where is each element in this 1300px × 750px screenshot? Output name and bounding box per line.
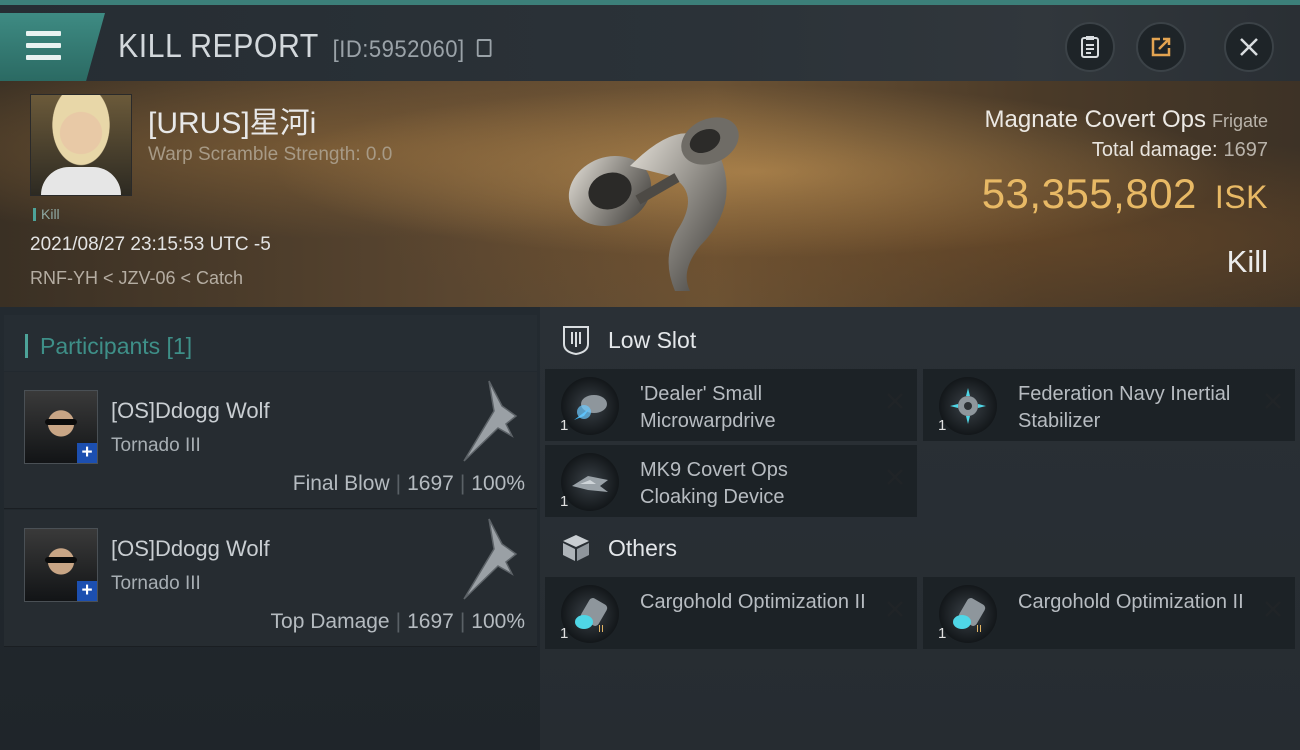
module-quantity: 1: [938, 625, 947, 642]
cargohold-optimization-icon: II: [561, 585, 619, 643]
cargo-box-icon: [563, 535, 589, 561]
module-item[interactable]: 1 'Dealer' Small Microwarpdrive: [545, 369, 917, 441]
participants-panel: Participants [1] + [OS]Ddogg Wolf Tornad…: [0, 307, 540, 750]
isk-value: 53,355,802 ISK: [982, 170, 1268, 218]
participants-header: Participants [1]: [4, 315, 537, 371]
module-name: MK9 Covert Ops Cloaking Device: [640, 459, 788, 508]
module-item[interactable]: II 1 Cargohold Optimization II: [923, 577, 1295, 649]
victim-ship-render: [568, 117, 739, 291]
destroyed-x-icon: [887, 469, 903, 485]
hamburger-icon: [26, 31, 61, 67]
copy-id-icon[interactable]: [477, 39, 492, 58]
participant-damage: 1697: [407, 472, 454, 495]
microwarpdrive-icon: [561, 377, 619, 435]
participant-role: Top Damage: [270, 610, 390, 633]
svg-text:II: II: [598, 624, 604, 634]
inertial-stabilizer-icon: [939, 377, 997, 435]
destroyed-x-icon: [887, 393, 903, 409]
destroyed-x-icon: [1265, 601, 1281, 617]
page-title: KILL REPORT [ID:5952060]: [118, 27, 492, 65]
kill-tag: Kill: [33, 206, 60, 222]
clipboard-icon: [1081, 36, 1099, 58]
participant-stats: Final Blow | 1697 | 100%: [292, 472, 525, 495]
participant-name: [OS]Ddogg Wolf: [111, 536, 270, 561]
others-title: Others: [608, 535, 678, 561]
destroyed-x-icon: [887, 601, 903, 617]
isk-amount: 53,355,802: [981, 170, 1197, 217]
modules-panel: Low Slot 1 'Dealer' Small Microwarpdrive…: [540, 307, 1300, 750]
module-name: Cargohold Optimization II: [640, 591, 866, 613]
module-name: 'Dealer' Small Microwarpdrive: [640, 383, 776, 432]
report-result: Kill: [1226, 244, 1268, 279]
low-slot-header: Low Slot: [560, 324, 696, 356]
module-quantity: 1: [560, 625, 569, 642]
module-quantity: 1: [938, 417, 947, 434]
participant-role: Final Blow: [292, 472, 390, 495]
others-header: Others: [560, 532, 677, 564]
module-item[interactable]: 1 MK9 Covert Ops Cloaking Device: [545, 445, 917, 517]
module-item[interactable]: II 1 Cargohold Optimization II: [545, 577, 917, 649]
kill-location: RNF-YH < JZV-06 < Catch: [30, 268, 244, 288]
ship-class: Frigate: [1211, 111, 1268, 131]
participant-avatar[interactable]: +: [24, 528, 98, 602]
module-quantity: 1: [560, 493, 569, 510]
participant-name: [OS]Ddogg Wolf: [111, 398, 270, 423]
close-button[interactable]: [1224, 22, 1274, 72]
victim-ship[interactable]: Magnate Covert Ops Frigate: [985, 106, 1268, 134]
participant-percent: 100%: [471, 472, 525, 495]
destroyed-x-icon: [1265, 393, 1281, 409]
report-id: [ID:5952060]: [332, 36, 465, 63]
total-damage-value: 1697: [1223, 139, 1269, 161]
title-text: KILL REPORT: [118, 27, 319, 64]
header-bar: KILL REPORT [ID:5952060]: [0, 5, 1300, 81]
tornado-ship-icon: [463, 380, 518, 462]
module-item[interactable]: 1 Federation Navy Inertial Stabilizer: [923, 369, 1295, 441]
cloaking-device-icon: [561, 453, 619, 511]
cargohold-optimization-icon: II: [939, 585, 997, 643]
ship-name: Magnate Covert Ops: [984, 106, 1206, 133]
tornado-ship-icon: [463, 518, 518, 600]
participant-avatar[interactable]: +: [24, 390, 98, 464]
total-damage: Total damage: 1697: [1092, 139, 1268, 162]
share-button[interactable]: [1136, 22, 1186, 72]
victim-panel: [URUS]星河i Warp Scramble Strength: 0.0 Ki…: [0, 81, 1300, 307]
plus-icon: +: [77, 581, 97, 601]
close-icon: [1240, 38, 1258, 56]
clipboard-button[interactable]: [1065, 22, 1115, 72]
total-damage-label: Total damage:: [1091, 139, 1218, 161]
low-slot-icon: [563, 326, 589, 356]
participant-percent: 100%: [471, 610, 525, 633]
share-icon: [1151, 37, 1171, 57]
victim-portrait[interactable]: [30, 94, 132, 196]
participant-damage: 1697: [407, 610, 454, 633]
participant-row[interactable]: + [OS]Ddogg Wolf Tornado III Final Blow |…: [4, 372, 537, 509]
svg-text:II: II: [976, 624, 982, 634]
menu-button[interactable]: [0, 13, 105, 81]
participants-title: Participants [1]: [25, 333, 192, 360]
module-quantity: 1: [560, 417, 569, 434]
module-name: Cargohold Optimization II: [1018, 591, 1244, 613]
warp-scramble-strength: Warp Scramble Strength: 0.0: [148, 144, 393, 165]
participant-ship: Tornado III: [111, 573, 201, 594]
participant-row[interactable]: + [OS]Ddogg Wolf Tornado III Top Damage |…: [4, 510, 537, 647]
kill-datetime: 2021/08/27 23:15:53 UTC -5: [30, 234, 271, 255]
low-slot-title: Low Slot: [608, 327, 697, 353]
participant-stats: Top Damage | 1697 | 100%: [270, 610, 525, 633]
participant-ship: Tornado III: [111, 435, 201, 456]
module-name: Federation Navy Inertial Stabilizer: [1018, 383, 1231, 432]
victim-name[interactable]: [URUS]星河i: [148, 98, 316, 142]
plus-icon: +: [77, 443, 97, 463]
isk-unit: ISK: [1214, 179, 1268, 215]
